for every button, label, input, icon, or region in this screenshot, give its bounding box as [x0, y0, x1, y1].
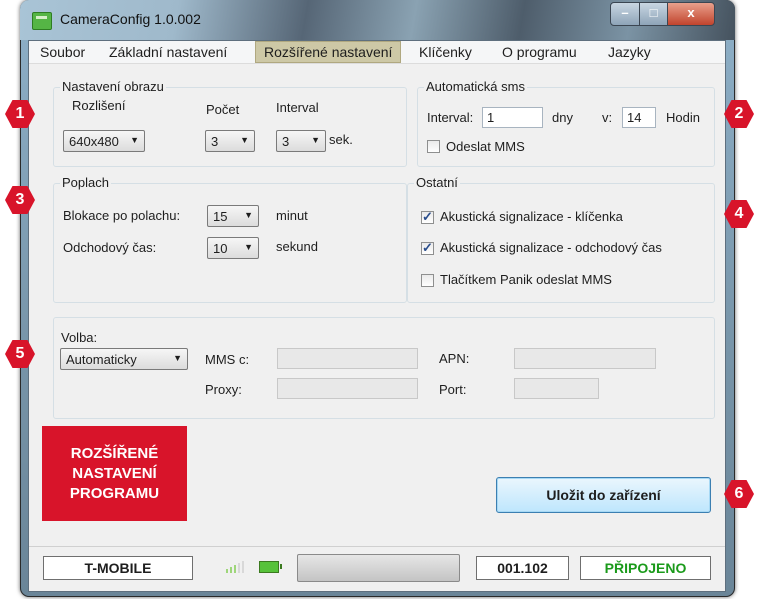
resolution-label: Rozlišení — [72, 98, 126, 113]
maximize-button[interactable]: □ — [639, 2, 668, 26]
mmsc-label: MMS c: — [205, 352, 250, 367]
title-bar[interactable]: CameraConfig 1.0.002 – □ x — [20, 0, 735, 40]
chevron-down-icon: ▼ — [130, 135, 139, 145]
at-label: v: — [602, 110, 613, 125]
block-select[interactable]: 15 ▼ — [207, 205, 259, 227]
days-label: dny — [552, 110, 573, 125]
chevron-down-icon: ▼ — [240, 135, 249, 145]
save-to-device-button[interactable]: Uložit do zařízení — [496, 477, 711, 513]
signal-strength-icon — [226, 561, 244, 573]
panic-mms-label: Tlačítkem Panik odeslat MMS — [440, 272, 612, 287]
progress-bar — [297, 554, 460, 582]
exit-unit: sekund — [276, 239, 318, 254]
choice-value: Automaticky — [66, 352, 137, 367]
port-input[interactable] — [514, 378, 599, 399]
proxy-input[interactable] — [277, 378, 418, 399]
interval-unit: sek. — [329, 132, 353, 147]
alarm-title: Poplach — [60, 175, 111, 190]
acoustic-keyfob-label: Akustická signalizace - klíčenka — [440, 209, 623, 224]
chevron-down-icon: ▼ — [311, 135, 320, 145]
acoustic-exit-checkbox[interactable] — [421, 240, 434, 256]
chevron-down-icon: ▼ — [244, 242, 253, 252]
exit-value: 10 — [213, 241, 228, 256]
choice-select[interactable]: Automaticky ▼ — [60, 348, 188, 370]
app-window: CameraConfig 1.0.002 – □ x Soubor Základ… — [20, 0, 735, 597]
app-icon — [32, 12, 52, 30]
promo-line-3: PROGRAMU — [69, 484, 160, 502]
auto-sms-title: Automatická sms — [424, 79, 527, 94]
count-label: Počet — [206, 102, 240, 117]
chevron-down-icon: ▼ — [244, 210, 253, 220]
menu-jazyky[interactable]: Jazyky — [600, 41, 659, 63]
auto-sms-group: Automatická sms Interval: 1 dny v: 14 Ho… — [417, 79, 715, 167]
count-select[interactable]: 3 ▼ — [205, 130, 255, 152]
menu-o-programu[interactable]: O programu — [494, 41, 585, 63]
sms-hour-input[interactable]: 14 — [622, 107, 656, 128]
hour-label: Hodin — [666, 110, 700, 125]
menu-zakladni-nastaveni[interactable]: Základní nastavení — [101, 41, 235, 63]
port-label: Port: — [439, 382, 467, 397]
other-group: Ostatní Akustická signalizace - klíčenka… — [407, 175, 715, 303]
resolution-value: 640x480 — [69, 134, 119, 149]
minimize-button[interactable]: – — [610, 2, 640, 26]
promo-line-2: NASTAVENÍ — [72, 464, 157, 482]
block-value: 15 — [213, 209, 228, 224]
block-label: Blokace po polachu: — [63, 208, 181, 223]
menu-soubor[interactable]: Soubor — [32, 41, 93, 63]
version-box: 001.102 — [476, 556, 569, 580]
send-mms-label: Odeslat MMS — [446, 139, 525, 154]
exit-label: Odchodový čas: — [63, 240, 157, 255]
choice-label: Volba: — [61, 330, 98, 345]
apn-input[interactable] — [514, 348, 656, 369]
promo-line-1: ROZŠÍŘENÉ — [70, 444, 159, 462]
menu-rozsirene-nastaveni[interactable]: Rozšířené nastavení — [255, 41, 402, 63]
image-settings-title: Nastavení obrazu — [60, 79, 166, 94]
panic-mms-checkbox[interactable] — [421, 274, 434, 287]
operator-box: T-MOBILE — [43, 556, 193, 580]
mmsc-input[interactable] — [277, 348, 418, 369]
interval-select[interactable]: 3 ▼ — [276, 130, 326, 152]
sms-interval-label: Interval: — [427, 110, 474, 125]
proxy-label: Proxy: — [205, 382, 242, 397]
acoustic-keyfob-checkbox[interactable] — [421, 209, 434, 225]
sms-interval-input[interactable]: 1 — [482, 107, 543, 128]
menu-bar: Soubor Základní nastavení Rozšířené nast… — [29, 41, 725, 64]
apn-label: APN: — [439, 351, 470, 366]
acoustic-exit-label: Akustická signalizace - odchodový čas — [440, 240, 662, 255]
close-button[interactable]: x — [667, 2, 715, 26]
other-title: Ostatní — [414, 175, 460, 190]
promo-banner: ROZŠÍŘENÉ NASTAVENÍ PROGRAMU — [42, 426, 187, 521]
alarm-group: Poplach Blokace po polachu: 15 ▼ minut O… — [53, 175, 407, 303]
status-bar: T-MOBILE 001.102 PŘIPOJENO — [29, 546, 725, 591]
connection-status: PŘIPOJENO — [580, 556, 711, 580]
battery-icon — [259, 561, 282, 573]
send-mms-checkbox[interactable] — [427, 140, 440, 153]
menu-klicenky[interactable]: Klíčenky — [411, 41, 480, 63]
resolution-select[interactable]: 640x480 ▼ — [63, 130, 145, 152]
image-settings-group: Nastavení obrazu Rozlišení Počet Interva… — [53, 79, 407, 167]
count-value: 3 — [211, 134, 219, 149]
block-unit: minut — [276, 208, 308, 223]
chevron-down-icon: ▼ — [173, 353, 182, 363]
mms-settings-group: Volba: Automaticky ▼ MMS c: APN: Proxy: … — [53, 317, 715, 419]
client-area: Soubor Základní nastavení Rozšířené nast… — [28, 40, 726, 592]
exit-select[interactable]: 10 ▼ — [207, 237, 259, 259]
interval-label: Interval — [276, 100, 319, 115]
interval-value: 3 — [282, 134, 290, 149]
window-title: CameraConfig 1.0.002 — [60, 11, 201, 27]
